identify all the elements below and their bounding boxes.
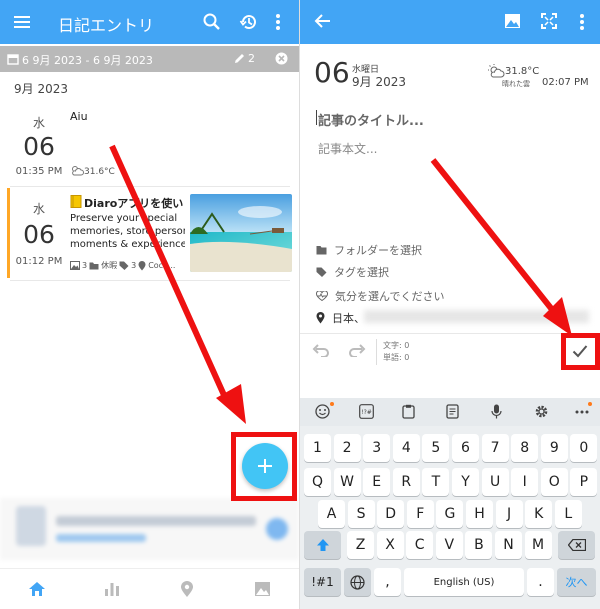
annotation-arrow-to-fab: [109, 144, 246, 424]
entry-editor-screen: 06 水曜日 9月 2023 31.8°C 晴れた雲 02:07 PM 記事のタ…: [300, 0, 600, 609]
entries-list-screen: 日記エントリ 6 9月 2023 - 6 9月 2023 2 9月 2023 水…: [0, 0, 299, 609]
annotation-highlight-box: [231, 432, 297, 501]
screenshot-root: 日記エントリ 6 9月 2023 - 6 9月 2023 2 9月 2023 水…: [0, 0, 600, 609]
annotation-highlight-box: [561, 333, 600, 370]
annotation-arrow-to-save: [430, 158, 572, 336]
